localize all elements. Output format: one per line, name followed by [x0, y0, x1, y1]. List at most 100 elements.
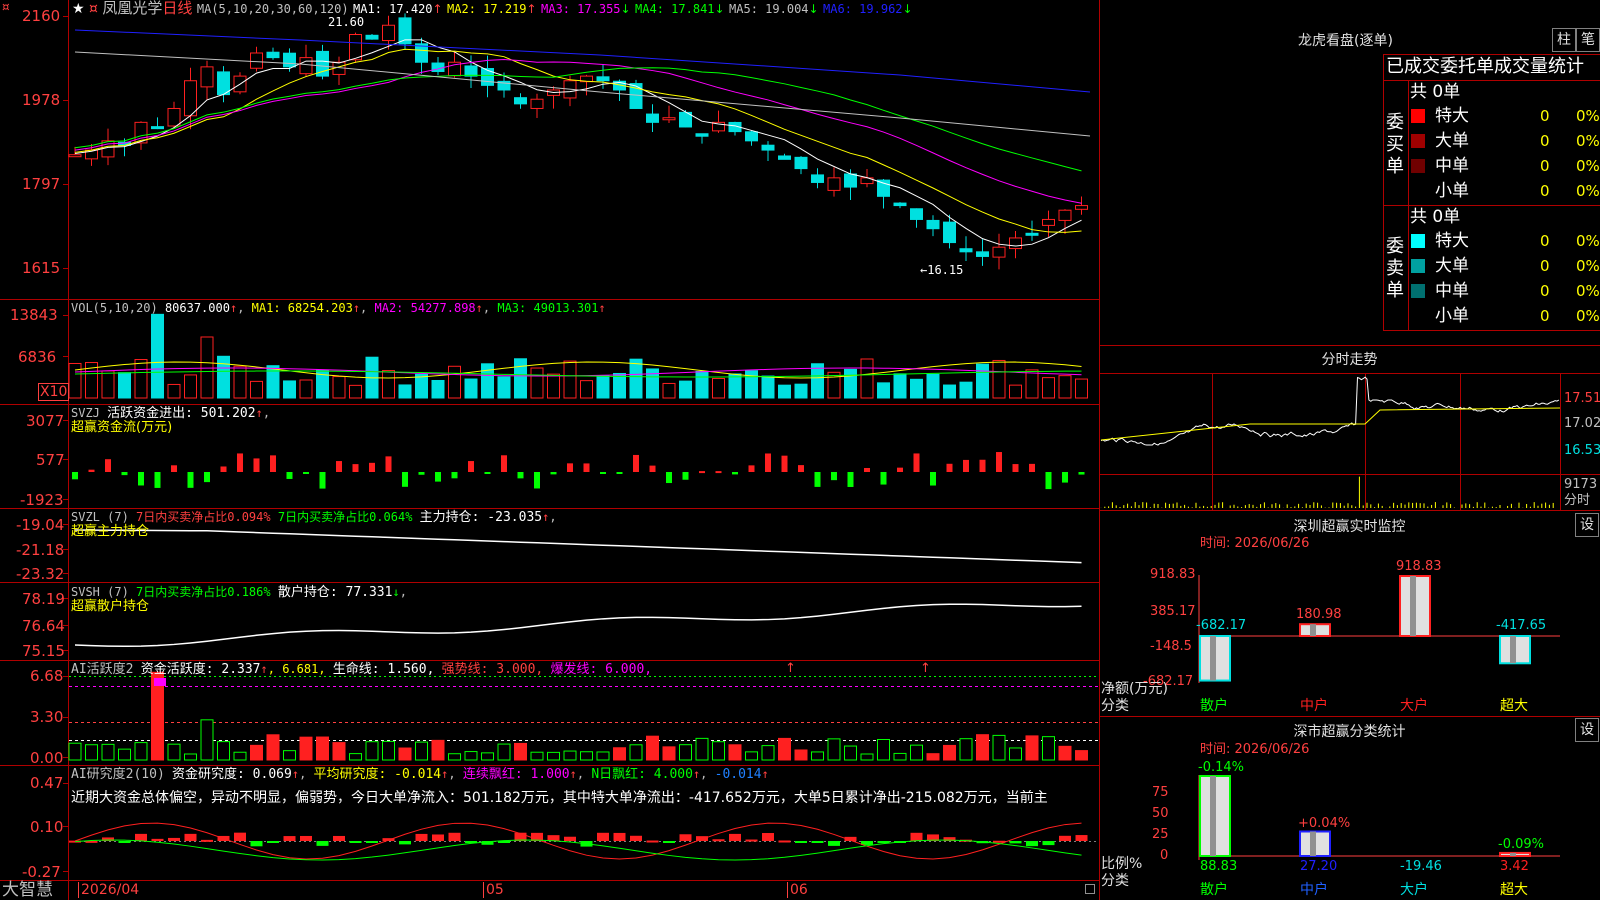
monitor-y-label: 385.17 [1150, 604, 1196, 619]
vol-ma2-arrow: ↑ [475, 301, 483, 315]
fund-flow-bar [204, 472, 210, 483]
activity-bar [382, 740, 395, 761]
ai2-arrow-d: ↑ [692, 767, 701, 781]
research-bar [1042, 841, 1055, 846]
activity-bar [316, 736, 329, 761]
star-icon[interactable]: ★ [72, 1, 85, 17]
research-bar [448, 832, 461, 841]
volume-bar [547, 373, 560, 399]
fund-flow-bar [72, 472, 78, 480]
ai1-title: AI活跃度2 [71, 662, 134, 677]
monitor-title: 深圳超赢实时监控 [1293, 519, 1406, 535]
volume-bar [695, 370, 709, 399]
fund-flow-bar [501, 455, 507, 472]
y-axis-label: -0.27 [22, 863, 61, 881]
volume-bar [349, 384, 362, 399]
activity-bar [1042, 736, 1055, 761]
activity-bar [629, 744, 643, 761]
y-axis-label: 0.00 [30, 749, 64, 767]
research-bar [184, 833, 197, 841]
svsh-ratio: 7日内买卖净占比0.186% [136, 585, 271, 599]
volume-bar [101, 370, 115, 399]
research-bar [1009, 841, 1022, 844]
research-bar [234, 832, 246, 841]
order-count-value: 0 [1540, 157, 1550, 175]
intraday-volume-unit: 分时 [1564, 493, 1591, 508]
fund-flow-bar [946, 463, 953, 472]
volume-bar [497, 376, 511, 399]
volume-bar [728, 373, 742, 399]
activity-bar [580, 751, 593, 761]
fund-flow-bar [748, 465, 755, 472]
ai2-arrow-c: ↑ [569, 767, 577, 781]
activity-bar [844, 745, 857, 761]
app-logo[interactable]: 大智慧 [2, 880, 53, 900]
ai2-research: 资金研究度: 0.069 [172, 767, 292, 782]
monitor-category: 中户 [1300, 698, 1328, 714]
main-force-line [74, 529, 1082, 564]
svzj-comma: , [262, 406, 271, 420]
research-bar [151, 838, 164, 841]
volume-bar [464, 378, 478, 399]
classify-bar-shade [1310, 831, 1316, 856]
corner-icon[interactable]: ¤ [2, 0, 10, 14]
svzl-ratio-b: 7日内买卖净占比0.064% [277, 510, 413, 524]
activity-bar [893, 752, 907, 761]
vol-ma3: MA3: 49013.301 [497, 301, 599, 315]
candle [167, 107, 181, 127]
activity-bar [860, 753, 874, 761]
activity-bar [877, 739, 890, 761]
activity-bar [448, 753, 461, 761]
order-count-value: 0 [1540, 257, 1550, 275]
low-price-label: ←16.15 [920, 263, 964, 277]
monitor-bar-shade [1410, 576, 1416, 636]
activity-bar [1075, 750, 1088, 761]
ai1-header: AI活跃度2 资金活跃度: 2.337↑, 6.681, 生命线: 1.560,… [71, 661, 652, 678]
y-axis-label: -23.32 [16, 565, 65, 583]
monitor-category: 散户 [1200, 698, 1228, 714]
avg-research-line [74, 839, 1082, 861]
monitor-settings-button[interactable]: 设 [1575, 513, 1599, 537]
research-bar [564, 836, 576, 841]
research-bar [267, 841, 279, 843]
volume-bar [431, 379, 445, 399]
ai2-extra: -0.014 [714, 767, 762, 782]
fund-flow-bar [1029, 463, 1035, 472]
classify-settings-button[interactable]: 设 [1575, 718, 1599, 742]
activity-bar [184, 753, 197, 761]
classify-category: 散户 [1200, 882, 1228, 898]
tick-mode-button[interactable]: 笔 [1576, 28, 1600, 52]
svzl-position: 主力持仓: -23.035 [419, 510, 543, 525]
retail-line [74, 603, 1082, 648]
research-bar [1026, 841, 1038, 847]
fav-icon[interactable]: ¤ [89, 1, 98, 17]
fund-flow-bar [517, 472, 524, 479]
classify-bar-value: 3.42 [1500, 859, 1529, 874]
fund-flow-bar [435, 472, 441, 482]
research-bar [910, 832, 923, 841]
volume-bar [563, 360, 577, 399]
ai1-activity: 资金活跃度: 2.337 [140, 662, 261, 677]
order-count-value: 0 [1540, 182, 1550, 200]
svzj-arrow: ↑ [255, 406, 263, 420]
order-type-label: 小单 [1435, 306, 1469, 326]
lock-icon[interactable] [1085, 884, 1095, 894]
volume-bar [200, 336, 214, 399]
activity-bar [514, 742, 527, 761]
volume-bar [662, 382, 676, 399]
ma1-arrow: ↑ [432, 2, 443, 16]
candle [976, 251, 989, 257]
lhb-title: 龙虎看盘(逐单) [1298, 33, 1393, 49]
research-bar [795, 841, 807, 843]
stock-name[interactable]: 凤凰光学 [102, 0, 162, 17]
bar-mode-button[interactable]: 柱 [1552, 28, 1576, 52]
fund-flow-bar [402, 472, 408, 487]
research-bar [333, 835, 345, 841]
candle [530, 98, 544, 109]
order-color-swatch [1411, 284, 1425, 298]
svzl-subtitle: 超赢主力持仓 [71, 524, 150, 539]
research-bar [118, 841, 131, 843]
activity-bar [695, 737, 709, 761]
period-label[interactable]: 日线 [162, 0, 192, 17]
volume-bar [1009, 384, 1022, 399]
